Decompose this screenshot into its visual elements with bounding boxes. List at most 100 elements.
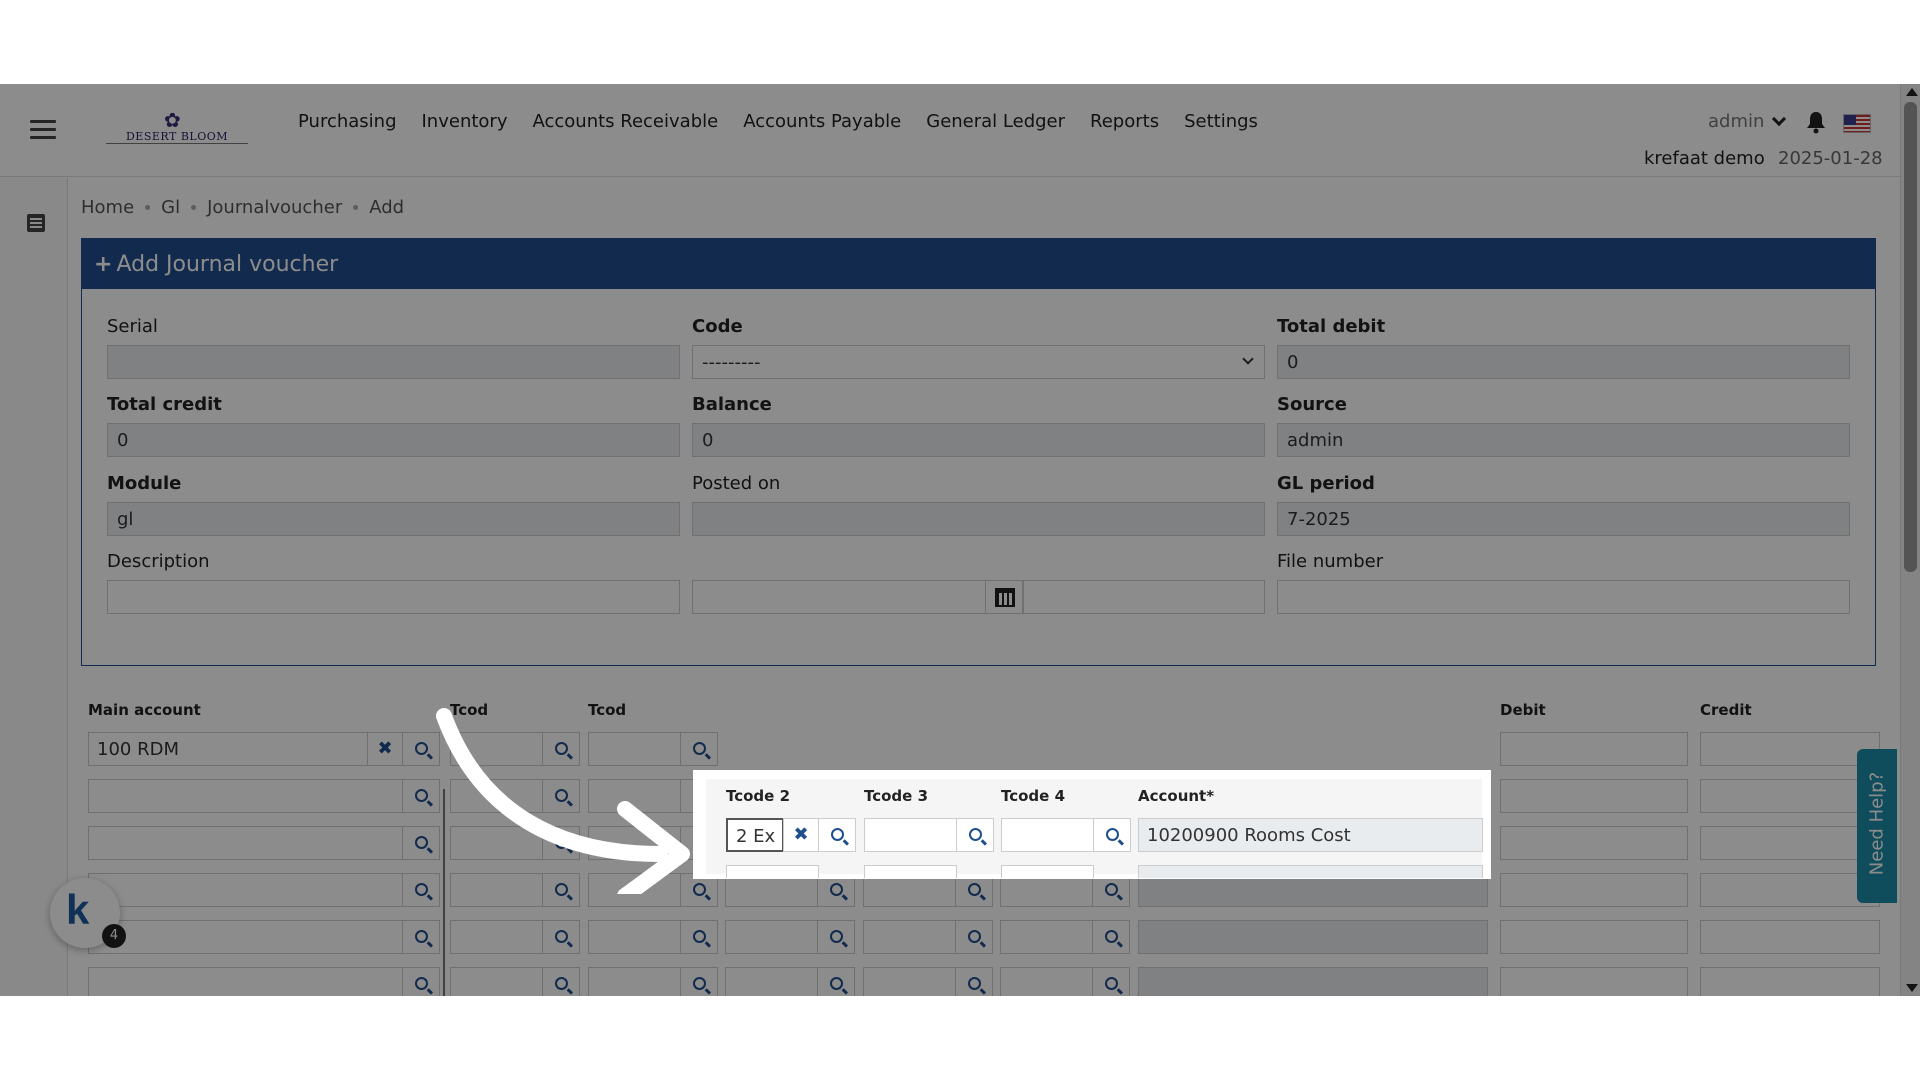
user-menu[interactable]: admin	[1708, 111, 1787, 132]
nav-reports[interactable]: Reports	[1090, 111, 1159, 132]
tcode2-input[interactable]: 2 Ex	[726, 818, 784, 852]
tcode1-row5-input[interactable]	[450, 920, 543, 954]
breadcrumb-home[interactable]: Home	[81, 197, 134, 218]
document-icon[interactable]	[27, 214, 45, 232]
nav-inventory[interactable]: Inventory	[422, 111, 508, 132]
menu-icon[interactable]	[30, 120, 56, 140]
notification-count: 4	[102, 924, 126, 948]
main-nav: Purchasing Inventory Accounts Receivable…	[298, 111, 1283, 132]
search-tcode1-row5-button[interactable]	[542, 920, 580, 954]
main-account-row6-input[interactable]	[88, 967, 403, 996]
debit-row6-input[interactable]	[1500, 967, 1688, 996]
sidebar	[0, 178, 68, 996]
debit-row3-input[interactable]	[1500, 826, 1688, 860]
search-main-account-row5-button[interactable]	[402, 920, 440, 954]
company-logo[interactable]: ✿ DESERT BLOOM	[106, 110, 248, 152]
credit-row2-input[interactable]	[1700, 779, 1880, 813]
bell-icon[interactable]	[1805, 110, 1827, 134]
file-number-input[interactable]	[1277, 580, 1850, 614]
credit-row4-input[interactable]	[1700, 873, 1880, 907]
app-window: ✿ DESERT BLOOM Purchasing Inventory Acco…	[0, 84, 1920, 996]
tcode2-row6-input[interactable]	[725, 967, 818, 996]
calendar-icon	[995, 588, 1015, 607]
tcode3-row2-input[interactable]	[864, 865, 957, 878]
chevron-down-icon	[1242, 353, 1254, 365]
nav-general-ledger[interactable]: General Ledger	[926, 111, 1065, 132]
date-input[interactable]	[692, 580, 986, 614]
search-tcode1b-row6-button[interactable]	[680, 967, 718, 996]
date-extra-input[interactable]	[1023, 580, 1265, 614]
company-name: krefaat demo	[1644, 148, 1765, 169]
account-field: 10200900 Rooms Cost	[1138, 818, 1483, 852]
search-tcode4-row5-button[interactable]	[1092, 920, 1130, 954]
scroll-down-icon[interactable]	[1906, 984, 1918, 992]
search-icon	[830, 930, 843, 943]
main-account-row2-input[interactable]	[88, 779, 403, 813]
tcode1b-row5-input[interactable]	[588, 920, 681, 954]
search-tcode1b-row5-button[interactable]	[680, 920, 718, 954]
debit-row1-input[interactable]	[1500, 732, 1688, 766]
balance-label: Balance	[692, 394, 772, 415]
clear-tcode2-button[interactable]: ✖	[783, 818, 819, 852]
account-row2-field	[1138, 865, 1483, 878]
debit-row2-input[interactable]	[1500, 779, 1688, 813]
breadcrumb-add: Add	[369, 197, 405, 218]
header-tcode3: Tcode 3	[864, 787, 929, 805]
main-account-input[interactable]: 100 RDM	[88, 732, 368, 766]
main-account-row3-input[interactable]	[88, 826, 403, 860]
debit-row5-input[interactable]	[1500, 920, 1688, 954]
tcode4-row5-input[interactable]	[1000, 920, 1093, 954]
tcode3-row5-input[interactable]	[863, 920, 956, 954]
nav-settings[interactable]: Settings	[1184, 111, 1258, 132]
breadcrumb-journalvoucher[interactable]: Journalvoucher	[207, 197, 342, 218]
tcode4-row2-input[interactable]	[1001, 865, 1094, 878]
calendar-button[interactable]	[985, 580, 1023, 614]
code-select[interactable]: ---------	[692, 345, 1265, 379]
credit-row5-input[interactable]	[1700, 920, 1880, 954]
nav-accounts-payable[interactable]: Accounts Payable	[743, 111, 901, 132]
top-navbar: ✿ DESERT BLOOM Purchasing Inventory Acco…	[0, 84, 1900, 177]
nav-accounts-receivable[interactable]: Accounts Receivable	[532, 111, 718, 132]
credit-row3-input[interactable]	[1700, 826, 1880, 860]
tcode2-row5-input[interactable]	[725, 920, 818, 954]
search-tcode1-row6-button[interactable]	[542, 967, 580, 996]
scroll-up-icon[interactable]	[1906, 88, 1918, 96]
vertical-scrollbar[interactable]	[1900, 84, 1920, 996]
tcode2-row2-input[interactable]	[726, 865, 819, 878]
page-title: Add Journal voucher	[116, 251, 339, 277]
search-tcode4-row6-button[interactable]	[1092, 967, 1130, 996]
k-logo-icon: k	[66, 886, 90, 933]
header-credit: Credit	[1700, 701, 1752, 719]
tcode1b-row6-input[interactable]	[588, 967, 681, 996]
us-flag-icon[interactable]	[1843, 114, 1871, 133]
main-account-row5-input[interactable]	[88, 920, 403, 954]
tcode4-row6-input[interactable]	[1000, 967, 1093, 996]
search-tcode2-row5-button[interactable]	[817, 920, 855, 954]
search-tcode4-button[interactable]	[1093, 818, 1131, 852]
total-debit-label: Total debit	[1277, 316, 1386, 337]
assistant-badge[interactable]: k 4	[50, 878, 126, 948]
description-input[interactable]	[107, 580, 680, 614]
breadcrumb-gl[interactable]: Gl	[161, 197, 180, 218]
search-main-account-row6-button[interactable]	[402, 967, 440, 996]
clear-main-account-button[interactable]: ✖	[367, 732, 403, 766]
tcode3-input[interactable]	[864, 818, 957, 852]
tcode3-row6-input[interactable]	[863, 967, 956, 996]
header-account: Account*	[1138, 787, 1215, 805]
tcode4-input[interactable]	[1001, 818, 1094, 852]
tcode1-row6-input[interactable]	[450, 967, 543, 996]
search-tcode2-row6-button[interactable]	[817, 967, 855, 996]
nav-purchasing[interactable]: Purchasing	[298, 111, 397, 132]
debit-row4-input[interactable]	[1500, 873, 1688, 907]
scroll-thumb[interactable]	[1904, 102, 1917, 572]
search-tcode3-row6-button[interactable]	[955, 967, 993, 996]
need-help-tab[interactable]: Need Help?	[1857, 749, 1897, 903]
search-icon	[1106, 828, 1119, 841]
main-account-row4-input[interactable]	[88, 873, 403, 907]
credit-row1-input[interactable]	[1700, 732, 1880, 766]
search-icon	[830, 883, 843, 896]
search-tcode3-row5-button[interactable]	[955, 920, 993, 954]
credit-row6-input[interactable]	[1700, 967, 1880, 996]
search-tcode2-button[interactable]	[818, 818, 856, 852]
search-tcode3-button[interactable]	[956, 818, 994, 852]
